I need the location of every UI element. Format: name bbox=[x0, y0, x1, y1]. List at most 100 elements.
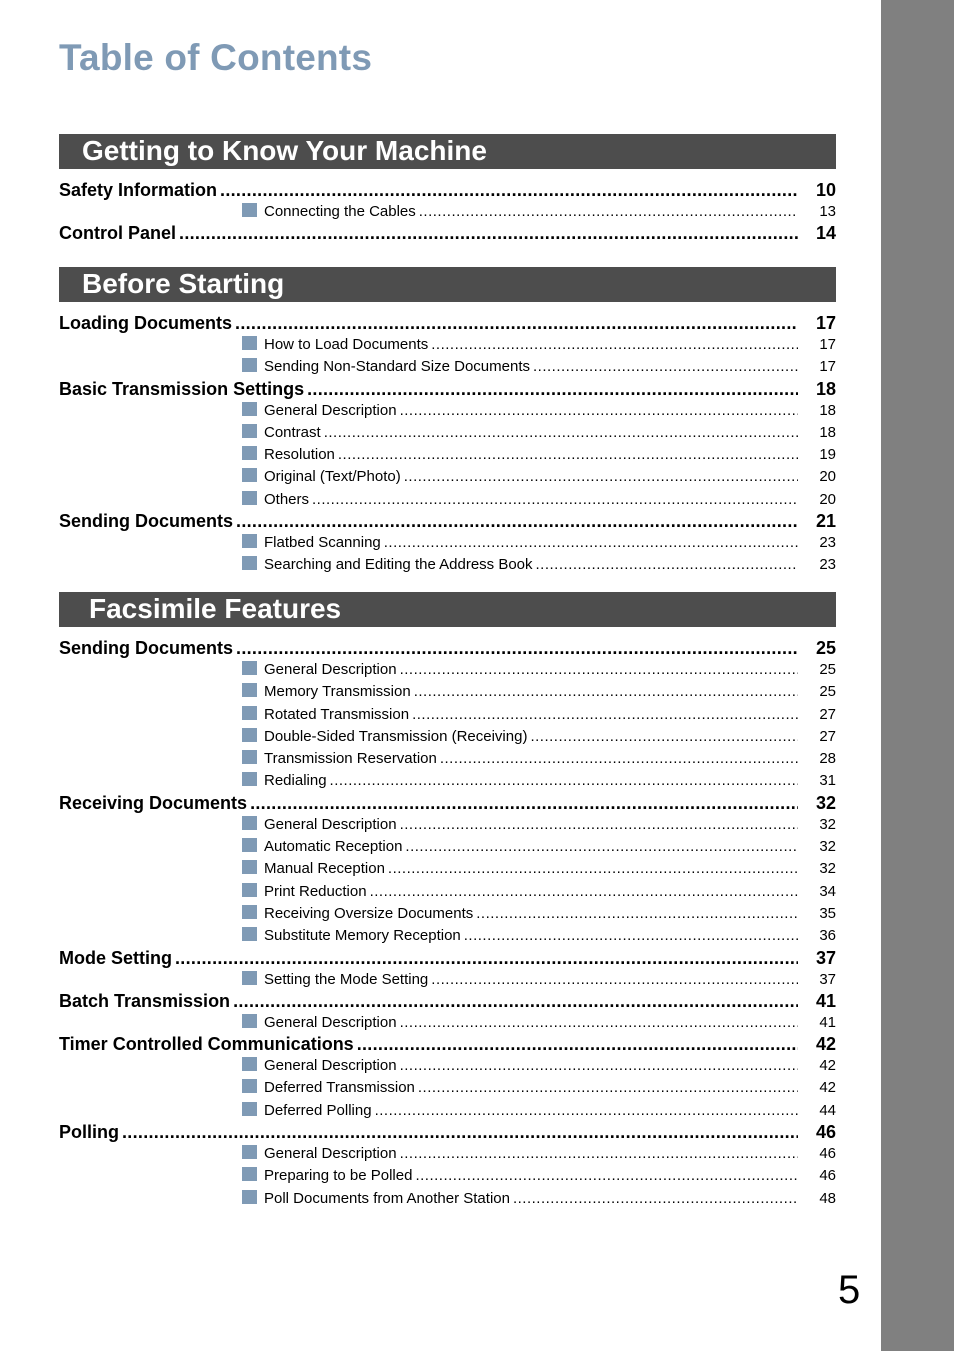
toc-subentry[interactable]: General Description 41 bbox=[59, 1012, 836, 1034]
entry-page-number: 32 bbox=[815, 792, 836, 813]
entry-page-number: 10 bbox=[815, 180, 836, 200]
square-bullet-icon bbox=[242, 927, 257, 942]
dot-leader bbox=[388, 858, 798, 880]
toc-subentry[interactable]: Memory Transmission 25 bbox=[59, 681, 836, 703]
toc-subentry[interactable]: Automatic Reception 32 bbox=[59, 836, 836, 858]
dot-leader bbox=[415, 1165, 798, 1187]
toc-subentry[interactable]: Preparing to be Polled 46 bbox=[59, 1165, 836, 1187]
toc-subentry[interactable]: Sending Non-Standard Size Documents 17 bbox=[59, 356, 836, 378]
square-bullet-icon bbox=[242, 534, 257, 549]
entry-label: Sending Non-Standard Size Documents bbox=[264, 358, 530, 376]
toc-chapter-entry[interactable]: Sending Documents 25 bbox=[59, 638, 836, 659]
toc-subentry[interactable]: Redialing 31 bbox=[59, 770, 836, 792]
toc-subentry[interactable]: Substitute Memory Reception 36 bbox=[59, 925, 836, 947]
dot-leader bbox=[400, 1012, 798, 1034]
entry-label: Resolution bbox=[264, 446, 335, 464]
toc-chapter-entry[interactable]: Loading Documents 17 bbox=[59, 313, 836, 334]
toc-subentry[interactable]: Receiving Oversize Documents 35 bbox=[59, 903, 836, 925]
toc-subentry[interactable]: Connecting the Cables 13 bbox=[59, 201, 836, 223]
toc-chapter-entry[interactable]: Control Panel 14 bbox=[59, 223, 836, 244]
dot-leader bbox=[431, 334, 798, 356]
entry-page-number: 20 bbox=[819, 490, 836, 508]
entry-label: Receiving Oversize Documents bbox=[264, 904, 474, 922]
toc-subentry[interactable]: Print Reduction 34 bbox=[59, 881, 836, 903]
toc-chapter-entry[interactable]: Mode Setting 37 bbox=[59, 948, 836, 969]
toc-chapter-entry[interactable]: Basic Transmission Settings 18 bbox=[59, 379, 836, 400]
page-title: Table of Contents bbox=[59, 37, 373, 78]
entry-page-number: 37 bbox=[819, 970, 836, 988]
entry-label: How to Load Documents bbox=[264, 336, 429, 353]
entry-page-number: 35 bbox=[819, 904, 836, 922]
entry-page-number: 42 bbox=[819, 1057, 836, 1075]
dot-leader bbox=[400, 1143, 798, 1165]
toc-subentry[interactable]: General Description 32 bbox=[59, 814, 836, 836]
toc-subentry[interactable]: Transmission Reservation 28 bbox=[59, 748, 836, 770]
entry-page-number: 42 bbox=[819, 1079, 836, 1097]
section-heading: Facsimile Features bbox=[59, 592, 836, 627]
entry-label: Print Reduction bbox=[264, 882, 367, 900]
toc-entries: Sending Documents 25 General Description 25… bbox=[59, 638, 836, 1210]
toc-chapter-entry[interactable]: Receiving Documents 32 bbox=[59, 793, 836, 814]
toc-subentry[interactable]: General Description 42 bbox=[59, 1055, 836, 1077]
toc-subentry[interactable]: Rotated Transmission 27 bbox=[59, 704, 836, 726]
dot-leader bbox=[419, 201, 798, 223]
dot-leader bbox=[307, 379, 798, 400]
square-bullet-icon bbox=[242, 661, 257, 675]
toc-subentry[interactable]: Poll Documents from Another Station 48 bbox=[59, 1188, 836, 1210]
entry-page-number: 41 bbox=[815, 990, 836, 1011]
toc-entries: Safety Information 10Connecting the Cable… bbox=[59, 180, 836, 244]
dot-leader bbox=[375, 1100, 798, 1122]
toc-chapter-entry[interactable]: Timer Controlled Communications 42 bbox=[59, 1034, 836, 1055]
square-bullet-icon bbox=[242, 468, 257, 483]
toc-subentry[interactable]: Flatbed Scanning 23 bbox=[59, 532, 836, 554]
toc-chapter-entry[interactable]: Polling 46 bbox=[59, 1122, 836, 1143]
toc-chapter-entry[interactable]: Sending Documents 21 bbox=[59, 511, 836, 532]
square-bullet-icon bbox=[242, 750, 257, 765]
dot-leader bbox=[220, 180, 798, 201]
toc-subentry[interactable]: Others 20 bbox=[59, 489, 836, 511]
dot-leader bbox=[175, 948, 798, 969]
toc-subentry[interactable]: Setting the Mode Setting 37 bbox=[59, 969, 836, 991]
entry-page-number: 32 bbox=[819, 860, 836, 878]
toc-subentry[interactable]: Searching and Editing the Address Book 23 bbox=[59, 554, 836, 576]
toc-subentry[interactable]: Contrast 18 bbox=[59, 422, 836, 444]
toc-chapter-entry[interactable]: Batch Transmission 41 bbox=[59, 991, 836, 1012]
dot-leader bbox=[431, 969, 798, 991]
dot-leader bbox=[414, 681, 798, 703]
dot-leader bbox=[357, 1034, 798, 1055]
dot-leader bbox=[236, 638, 798, 659]
toc-subentry[interactable]: Resolution 19 bbox=[59, 444, 836, 466]
dot-leader bbox=[330, 770, 798, 792]
entry-page-number: 13 bbox=[819, 203, 836, 220]
toc-subentry[interactable]: General Description 18 bbox=[59, 400, 836, 422]
entry-page-number: 25 bbox=[815, 638, 836, 658]
entry-page-number: 25 bbox=[819, 683, 836, 701]
entry-label: Safety Information bbox=[59, 180, 218, 200]
square-bullet-icon bbox=[242, 358, 257, 373]
toc-subentry[interactable]: General Description 25 bbox=[59, 659, 836, 681]
square-bullet-icon bbox=[242, 446, 257, 461]
entry-page-number: 46 bbox=[819, 1145, 836, 1163]
toc-subentry[interactable]: How to Load Documents 17 bbox=[59, 334, 836, 356]
entry-label: Batch Transmission bbox=[59, 990, 231, 1011]
toc-subentry[interactable]: General Description 46 bbox=[59, 1143, 836, 1165]
entry-label: General Description bbox=[264, 1057, 397, 1075]
toc-subentry[interactable]: Double-Sided Transmission (Receiving) 27 bbox=[59, 726, 836, 748]
dot-leader bbox=[370, 881, 798, 903]
toc-subentry[interactable]: Deferred Polling 44 bbox=[59, 1100, 836, 1122]
dot-leader bbox=[476, 903, 798, 925]
toc-subentry[interactable]: Original (Text/Photo) 20 bbox=[59, 466, 836, 488]
entry-page-number: 25 bbox=[819, 661, 836, 678]
toc-chapter-entry[interactable]: Safety Information 10 bbox=[59, 180, 836, 201]
dot-leader bbox=[324, 422, 798, 444]
dot-leader bbox=[400, 400, 798, 422]
dot-leader bbox=[236, 511, 798, 532]
dot-leader bbox=[338, 444, 798, 466]
toc-subentry[interactable]: Manual Reception 32 bbox=[59, 858, 836, 880]
entry-page-number: 31 bbox=[819, 772, 836, 790]
section-heading: Getting to Know Your Machine bbox=[59, 134, 836, 169]
page-number: 5 bbox=[838, 1268, 861, 1312]
section-facsimile-features: Facsimile Features Sending Documents25Ge… bbox=[59, 592, 836, 1210]
square-bullet-icon bbox=[242, 1101, 257, 1116]
toc-subentry[interactable]: Deferred Transmission 42 bbox=[59, 1077, 836, 1099]
